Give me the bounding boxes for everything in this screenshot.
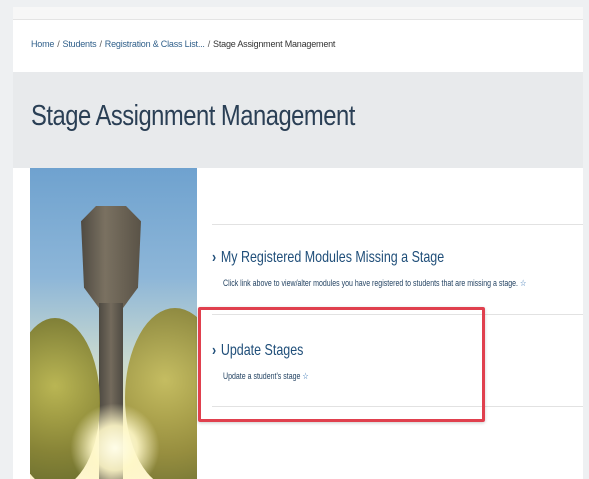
chevron-right-icon: › <box>212 249 217 266</box>
page-header: Stage Assignment Management <box>13 72 583 168</box>
missing-stage-link[interactable]: › My Registered Modules Missing a Stage <box>212 249 444 267</box>
page-title: Stage Assignment Management <box>31 100 355 132</box>
top-strip <box>13 7 583 20</box>
divider <box>212 224 583 225</box>
tower-top-shape <box>81 206 141 308</box>
star-icon[interactable]: ☆ <box>520 278 526 288</box>
breadcrumb-home[interactable]: Home <box>31 39 54 49</box>
missing-stage-description-text: Click link above to view/alter modules y… <box>223 278 518 288</box>
breadcrumb-students[interactable]: Students <box>63 39 97 49</box>
highlight-box <box>198 307 485 422</box>
breadcrumb: Home / Students / Registration & Class List.… <box>31 39 335 49</box>
campus-tower-photo <box>30 168 197 479</box>
missing-stage-description: Click link above to view/alter modules y… <box>223 278 526 289</box>
breadcrumb-separator: / <box>207 39 211 49</box>
breadcrumb-bar: Home / Students / Registration & Class List.… <box>13 20 583 72</box>
missing-stage-link-label: My Registered Modules Missing a Stage <box>220 249 445 266</box>
breadcrumb-separator: / <box>57 39 60 49</box>
breadcrumb-separator: / <box>99 39 102 49</box>
breadcrumb-current: Stage Assignment Management <box>213 39 336 49</box>
breadcrumb-registration[interactable]: Registration & Class List... <box>105 39 205 49</box>
